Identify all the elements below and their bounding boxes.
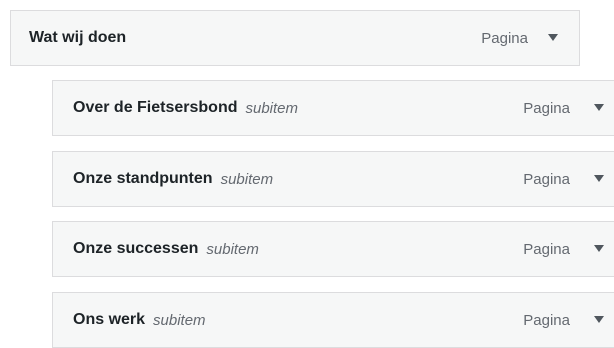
menu-item-subtitle: subitem — [220, 170, 274, 188]
menu-item-type: Pagina — [523, 311, 570, 329]
menu-item-title: Onze successen — [73, 240, 199, 257]
menu-item-ons-werk[interactable]: Ons werk subitem Pagina — [52, 292, 614, 348]
menu-item-subtitle: subitem — [206, 240, 259, 258]
triangle-down-icon[interactable] — [587, 308, 611, 332]
triangle-down-icon[interactable] — [587, 237, 611, 261]
menu-item-title: Over de Fietsersbond — [73, 99, 238, 116]
menu-item-subtitle: subitem — [153, 311, 206, 329]
menu-item-onze-successen[interactable]: Onze successen subitem Pagina — [52, 221, 614, 277]
menu-item-title: Wat wij doen — [29, 29, 127, 46]
menu-item-type: Pagina — [523, 170, 570, 188]
menu-item-onze-standpunten[interactable]: Onze standpunten subitem Pagina — [52, 151, 614, 207]
triangle-down-icon[interactable] — [541, 26, 565, 50]
menu-item-title: Ons werk — [73, 311, 146, 328]
triangle-down-icon[interactable] — [587, 96, 611, 120]
menu-item-type: Pagina — [481, 29, 528, 47]
triangle-down-icon[interactable] — [587, 167, 611, 191]
menu-item-title: Onze standpunten — [73, 170, 213, 187]
menu-item-type: Pagina — [523, 240, 570, 258]
menu-item-wat-wij-doen[interactable]: Wat wij doen Pagina — [10, 10, 580, 66]
menu-item-over-de-fietsersbond[interactable]: Over de Fietsersbond subitem Pagina — [52, 80, 614, 136]
menu-item-subtitle: subitem — [245, 99, 299, 117]
menu-item-type: Pagina — [523, 99, 570, 117]
